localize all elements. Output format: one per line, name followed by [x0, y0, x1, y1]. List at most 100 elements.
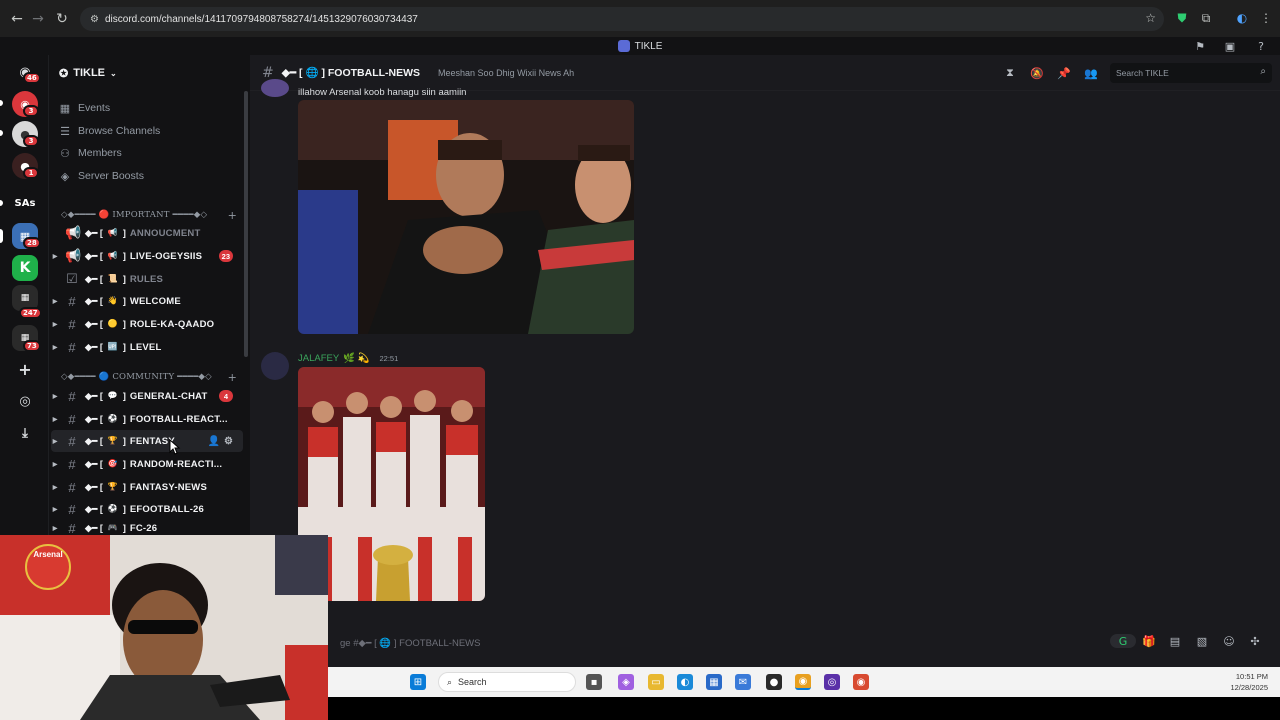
file-explorer-icon[interactable]: ▭ — [648, 674, 664, 690]
help-icon[interactable]: ? — [1254, 39, 1268, 53]
screen-icon[interactable]: ▣ — [1223, 39, 1237, 53]
channel-name: EFOOTBALL-26 — [129, 503, 205, 515]
channel-role-ka-qaado[interactable]: ▶ # ◆━ [ 🟡 ] ROLE-KA-QAADO — [51, 313, 243, 335]
channel-fc-26[interactable]: ▶ # ◆━ [ 🎮 ] FC-26 — [51, 521, 243, 535]
add-channel-icon[interactable]: + — [228, 209, 237, 222]
category-label: ◇◆━━━━ 🔵 COMMUNITY ━━━━◆◇ — [61, 372, 212, 382]
channel-name: RANDOM-REACTI... — [129, 458, 223, 470]
profile-icon[interactable]: ◐ — [1234, 10, 1250, 26]
address-bar[interactable]: ⚙ discord.com/channels/14117097948087582… — [80, 7, 1164, 31]
avatar[interactable] — [261, 352, 289, 380]
apps-icon[interactable]: ✣ — [1248, 634, 1262, 648]
extensions-puzzle-icon[interactable]: ⧉ — [1198, 10, 1214, 26]
discover-icon[interactable]: ◎ — [12, 388, 38, 414]
copilot-icon[interactable]: ◈ — [618, 674, 634, 690]
hash-icon: # — [68, 293, 76, 309]
sticker-icon[interactable]: ▧ — [1195, 634, 1209, 648]
chevron-right-icon: ▶ — [52, 321, 58, 328]
channel-fentasy[interactable]: ▶ # ◆━ [ 🏆 ] FENTASY 👤 ⚙ — [51, 430, 243, 452]
menu-server-boosts[interactable]: ◈ Server Boosts — [59, 166, 144, 186]
notification-bell-icon[interactable]: 🔕 — [1030, 66, 1044, 80]
server-name: TIKLE — [73, 67, 105, 79]
search-input[interactable]: Search TIKLE ⌕ — [1110, 63, 1272, 83]
channel-annoucment[interactable]: 📢 ◆━ [ 📢 ] ANNOUCMENT — [51, 222, 243, 244]
member-list-icon[interactable]: 👥 — [1084, 66, 1098, 80]
gift-icon[interactable]: 🎁 — [1142, 634, 1156, 648]
channel-random-reacti[interactable]: ▶ # ◆━ [ 🎯 ] RANDOM-REACTI... — [51, 453, 243, 475]
channel-rules[interactable]: ☑ ◆━ [ 📜 ] RULES — [51, 268, 243, 290]
category-important[interactable]: ◇◆━━━━ 🔴 IMPORTANT ━━━━◆◇ + — [61, 208, 241, 222]
chevron-right-icon: ▶ — [52, 525, 58, 532]
channel-welcome[interactable]: ▶ # ◆━ [ 👋 ] WELCOME — [51, 290, 243, 312]
server-icon-k[interactable]: K — [12, 255, 38, 281]
channel-topic[interactable]: Meeshan Soo Dhig Wixii News Ah — [438, 68, 574, 78]
category-community[interactable]: ◇◆━━━━ 🔵 COMMUNITY ━━━━◆◇ + — [61, 370, 241, 384]
task-view-icon[interactable]: ▪ — [586, 674, 602, 690]
channel-name: GENERAL-CHAT — [129, 390, 208, 402]
emoji-icon[interactable]: ☺ — [1222, 634, 1236, 648]
gear-icon[interactable]: ⚙ — [224, 436, 233, 447]
download-icon[interactable]: ⤓ — [12, 420, 38, 446]
bookmark-star-icon[interactable]: ☆ — [1145, 11, 1156, 25]
channel-emoji: 🏆 — [107, 436, 118, 445]
channel-live-ogeysiis[interactable]: ▶ 📢 ◆━ [ 📢 ] LIVE-OGEYSIIS 23 — [51, 245, 243, 267]
site-info-icon[interactable]: ⚙ — [90, 14, 99, 25]
avatar[interactable] — [261, 79, 289, 97]
outlook-icon[interactable]: ✉ — [735, 674, 751, 690]
pin-icon[interactable]: 📌 — [1057, 66, 1071, 80]
main-chat: # ◆━ [ 🌐 ] FOOTBALL-NEWS Meeshan Soo Dhi… — [250, 55, 1280, 667]
author-name[interactable]: JALAFEY — [298, 353, 339, 364]
channel-emoji: 🎮 — [107, 523, 118, 532]
menu-events[interactable]: ▦ Events — [59, 98, 110, 118]
channel-fantasy-news[interactable]: ▶ # ◆━ [ 🏆 ] FANTASY-NEWS — [51, 476, 243, 498]
server-badge: 3 — [23, 105, 39, 117]
app-icon[interactable]: ◎ — [824, 674, 840, 690]
system-clock[interactable]: 10:51 PM 12/28/2025 — [1230, 671, 1268, 693]
webcam-overlay: Arsenal — [0, 535, 328, 720]
channel-general-chat[interactable]: ▶ # ◆━ [ 💬 ] GENERAL-CHAT 4 — [51, 385, 243, 407]
grammarly-icon[interactable]: G — [1110, 634, 1136, 648]
gif-icon[interactable]: ▤ — [1168, 634, 1182, 648]
discord-titlebar: TIKLE ⚑ ▣ ? — [0, 37, 1280, 55]
channel-name: ANNOUCMENT — [129, 227, 201, 239]
windows-start-icon[interactable]: ⊞ — [410, 674, 426, 690]
flag-icon[interactable]: ⚑ — [1193, 39, 1207, 53]
forward-icon[interactable]: → — [26, 7, 50, 31]
threads-icon[interactable]: ⧗ — [1003, 66, 1017, 80]
channel-efootball-26[interactable]: ▶ # ◆━ [ ⚽ ] EFOOTBALL-26 — [51, 498, 243, 520]
channel-emoji: 📢 — [107, 251, 118, 260]
announcement-icon: 📢 — [65, 248, 82, 263]
taskbar-search-label: Search — [458, 677, 487, 687]
shield-extension-icon[interactable]: ⛊ — [1174, 10, 1190, 26]
message-composer[interactable]: ge #◆━ [ 🌐 ] FOOTBALL-NEWS — [328, 627, 1280, 659]
reload-icon[interactable]: ↻ — [50, 7, 74, 31]
channel-level[interactable]: ▶ # ◆━ [ 🆙 ] LEVEL — [51, 336, 243, 358]
edge-icon[interactable]: ◐ — [677, 674, 693, 690]
create-invite-icon[interactable]: 👤 — [208, 436, 220, 447]
server-sas[interactable]: SAs — [12, 190, 38, 216]
add-server-icon[interactable]: + — [12, 356, 38, 382]
chrome-icon[interactable]: ◉ — [795, 674, 811, 690]
chevron-right-icon: ▶ — [52, 438, 58, 445]
server-header[interactable]: ✪ TIKLE ⌄ 👤 — [49, 55, 286, 135]
chrome-profile-icon[interactable]: ◉ — [853, 674, 869, 690]
menu-members[interactable]: ⚇ Members — [59, 143, 122, 163]
sidebar-scrollbar[interactable] — [244, 91, 248, 357]
add-channel-icon[interactable]: + — [228, 371, 237, 384]
store-icon[interactable]: ▦ — [706, 674, 722, 690]
calendar-icon: ▦ — [59, 102, 71, 115]
unread-pill — [0, 200, 3, 206]
taskbar-search[interactable]: ⌕ Search — [438, 672, 576, 692]
obs-icon[interactable]: ● — [766, 674, 782, 690]
message-text: illahow Arsenal koob hanagu siin aamiin — [298, 87, 467, 98]
unread-pill — [0, 100, 3, 106]
hash-icon: # — [262, 64, 274, 81]
channel-football-react[interactable]: ▶ # ◆━ [ ⚽ ] FOOTBALL-REACT... — [51, 408, 243, 430]
browser-menu-icon[interactable]: ⋮ — [1258, 10, 1274, 26]
browser-chrome: ← → ↻ ⚙ discord.com/channels/14117097948… — [0, 0, 1280, 37]
message-image-ronaldo[interactable] — [298, 100, 634, 334]
channel-name: LEVEL — [129, 341, 162, 353]
channel-emoji: 💬 — [107, 391, 118, 400]
menu-browse-channels[interactable]: ☰ Browse Channels — [59, 121, 160, 141]
channel-name: RULES — [129, 273, 164, 285]
